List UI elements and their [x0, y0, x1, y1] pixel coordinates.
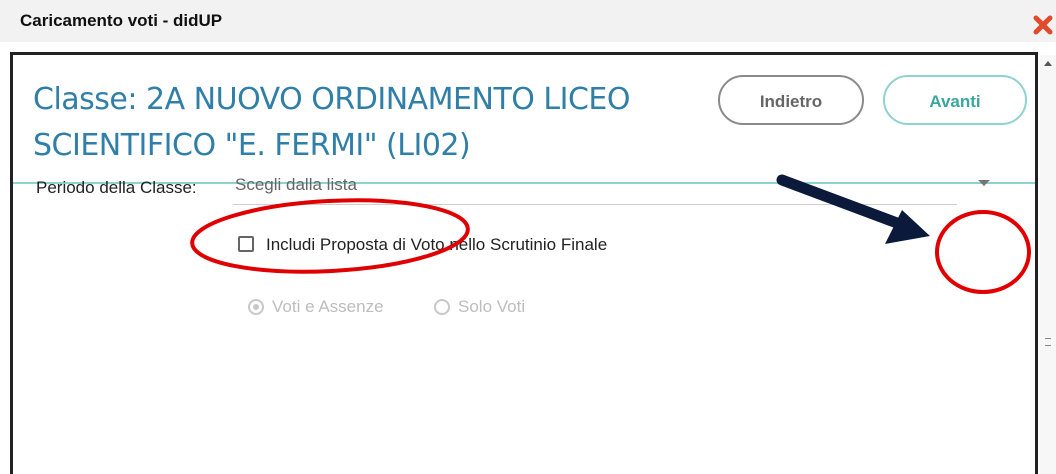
annotation-layer: [190, 174, 1031, 294]
annotation-arrow: [776, 174, 930, 244]
annotation-ellipse-select: [190, 198, 470, 274]
annotation-ellipse-caret: [935, 210, 1031, 294]
